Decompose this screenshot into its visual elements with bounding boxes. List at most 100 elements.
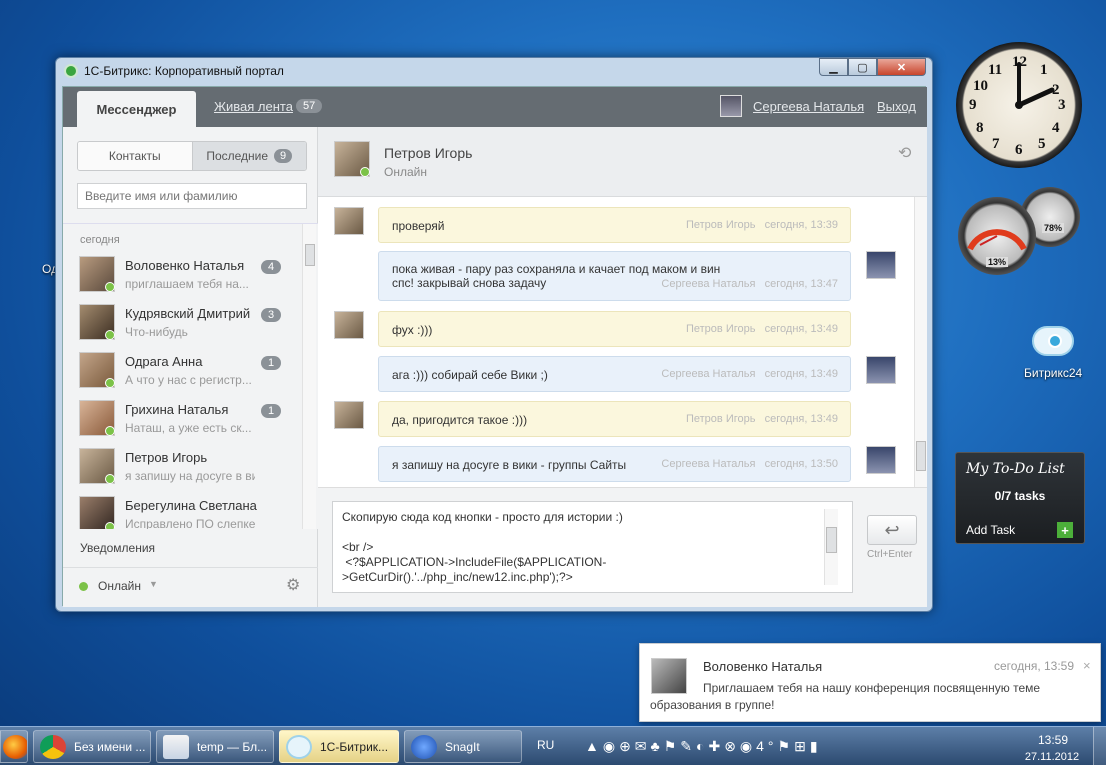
online-indicator-icon xyxy=(105,474,115,484)
contacts-segmented-control: Контакты Последние 9 xyxy=(77,141,307,171)
online-indicator-icon xyxy=(105,426,115,436)
current-user-avatar[interactable] xyxy=(720,95,742,117)
tray-icons[interactable]: ▲◉⊕✉♣⚑✎◐✚⊗◉4°⚑⊞▮ xyxy=(585,738,822,755)
message-author: Петров Игорь xyxy=(685,413,756,425)
message-author: Сергеева Наталья xyxy=(661,278,756,290)
contact-name: Одрага Анна xyxy=(125,354,203,369)
contact-last-message: я запишу на досуге в вик... xyxy=(125,469,255,483)
avatar xyxy=(79,400,115,436)
live-feed-count-badge: 57 xyxy=(296,99,323,113)
taskbar-item-label: temp — Бл... xyxy=(197,739,268,754)
tab-recent[interactable]: Последние 9 xyxy=(191,142,306,170)
contact-search-input[interactable] xyxy=(77,183,307,209)
message-time: сегодня, 13:49 xyxy=(764,368,838,380)
online-indicator-icon xyxy=(360,167,370,177)
tray-misc-icons[interactable]: ⚑⊞▮ xyxy=(778,738,822,754)
message-bubble: проверяй Петров Игорь сегодня, 13:39 xyxy=(378,207,851,243)
clock-hands-icon xyxy=(1015,62,1055,109)
tray-expand-icon[interactable]: ▲ xyxy=(585,738,603,754)
bitrix24-desktop-icon[interactable] xyxy=(1030,322,1076,362)
contact-last-message: Что-нибудь xyxy=(125,325,188,339)
chrome-taskbar-button[interactable]: Без имени ... xyxy=(33,730,151,763)
tray-clock-time[interactable]: 13:59 xyxy=(1030,733,1076,747)
avatar xyxy=(79,256,115,292)
tab-live-feed[interactable]: Живая лента xyxy=(214,99,293,114)
minimize-button[interactable]: ▁ xyxy=(819,58,848,76)
show-desktop-button[interactable] xyxy=(1093,727,1106,765)
chevron-down-icon[interactable]: ▼ xyxy=(149,579,158,589)
unread-count-badge: 4 xyxy=(261,260,282,274)
bitrix24-desktop-label[interactable]: Битрикс24 xyxy=(1024,366,1082,380)
list-item[interactable]: Берегулина Светлана Исправлено ПО слепке… xyxy=(77,496,292,529)
list-item[interactable]: Грихина Наталья Наташ, а уже есть ск... … xyxy=(77,400,292,448)
current-user-link[interactable]: Сергеева Наталья xyxy=(753,99,864,114)
unread-count-badge: 1 xyxy=(261,356,282,370)
list-item[interactable]: Воловенко Наталья приглашаем тебя на... … xyxy=(77,256,292,304)
avatar xyxy=(866,356,896,384)
list-item[interactable]: Кудрявский Дмитрий Что-нибудь 3 xyxy=(77,304,292,352)
scrollbar-thumb[interactable] xyxy=(305,244,315,266)
toast-time: сегодня, 13:59 xyxy=(994,659,1075,673)
taskbar-item-label: SnagIt xyxy=(445,739,480,754)
status-selector[interactable]: Онлайн xyxy=(98,579,141,593)
unread-count-badge: 1 xyxy=(261,404,282,418)
document-icon xyxy=(163,735,189,759)
scrollbar-thumb[interactable] xyxy=(916,441,926,471)
notepad-taskbar-button[interactable]: temp — Бл... xyxy=(156,730,274,763)
gear-icon[interactable]: ⚙ xyxy=(286,575,300,595)
logout-link[interactable]: Выход xyxy=(877,99,916,114)
send-icon: ↩ xyxy=(884,519,900,540)
message-row: проверяй Петров Игорь сегодня, 13:39 xyxy=(318,207,913,247)
message-row: я запишу на досуге в вики - группы Сайты… xyxy=(318,446,913,486)
input-scrollbar[interactable] xyxy=(824,509,838,585)
snagit-taskbar-button[interactable]: SnagIt xyxy=(404,730,522,763)
todo-add-button[interactable]: + xyxy=(1057,522,1073,538)
send-button[interactable]: ↩ xyxy=(867,515,917,545)
avatar xyxy=(334,401,364,429)
message-meta: Сергеева Наталья сегодня, 13:50 xyxy=(661,458,838,470)
message-meta: Петров Игорь сегодня, 13:49 xyxy=(686,323,838,335)
firefox-taskbar-button[interactable] xyxy=(0,730,28,763)
contacts-scrollbar[interactable] xyxy=(302,224,316,529)
notification-toast[interactable]: Воловенко Наталья сегодня, 13:59 × Пригл… xyxy=(639,643,1101,722)
bitrix-app-icon xyxy=(64,64,78,78)
tray-app-icons[interactable]: ◉⊕✉♣⚑✎◐✚⊗◉ xyxy=(603,738,756,754)
todo-add-task-link[interactable]: Add Task xyxy=(966,523,1015,537)
scrollbar-thumb[interactable] xyxy=(826,527,837,553)
contact-last-message: приглашаем тебя на... xyxy=(125,277,249,291)
tab-messenger[interactable]: Мессенджер xyxy=(77,91,196,127)
window-titlebar[interactable]: 1С-Битрикс: Корпоративный портал ▁ ▢ ✕ xyxy=(56,58,932,84)
language-indicator[interactable]: RU xyxy=(537,738,554,752)
message-input[interactable]: Скопирую сюда код кнопки - просто для ис… xyxy=(332,501,853,593)
message-bubble: пока живая - пару раз сохраняла и качает… xyxy=(378,251,851,301)
tab-contacts[interactable]: Контакты xyxy=(78,142,192,170)
avatar xyxy=(866,446,896,474)
message-text: да, пригодится такое :))) xyxy=(392,413,528,427)
peer-status: Онлайн xyxy=(384,165,427,179)
close-icon[interactable]: × xyxy=(1083,658,1091,673)
message-row: ага :))) собирай себе Вики ;) Сергеева Н… xyxy=(318,356,913,396)
avatar[interactable] xyxy=(334,141,370,177)
bitrix-taskbar-button[interactable]: 1С-Битрик... xyxy=(279,730,399,763)
list-item[interactable]: Одрага Анна А что у нас с регистр... 1 xyxy=(77,352,292,400)
notifications-link[interactable]: Уведомления xyxy=(80,541,155,555)
avatar xyxy=(79,496,115,529)
close-button[interactable]: ✕ xyxy=(877,58,926,76)
messages-scrollbar[interactable] xyxy=(914,197,927,487)
message-time: сегодня, 13:50 xyxy=(764,458,838,470)
contact-name: Петров Игорь xyxy=(125,450,208,465)
cpu-meter-label: 13% xyxy=(986,257,1009,267)
message-text: спс! закрывай снова задачу xyxy=(392,276,547,290)
message-author: Петров Игорь xyxy=(685,219,756,231)
history-icon[interactable]: ⟲ xyxy=(898,143,911,163)
maximize-button[interactable]: ▢ xyxy=(848,58,877,76)
list-item[interactable]: Петров Игорь я запишу на досуге в вик... xyxy=(77,448,292,496)
messenger-client: Мессенджер Живая лента 57 Сергеева Натал… xyxy=(62,86,927,607)
message-meta: Сергеева Наталья сегодня, 13:47 xyxy=(661,278,838,290)
peer-name: Петров Игорь xyxy=(384,145,473,161)
message-author: Петров Игорь xyxy=(685,323,756,335)
message-row: пока живая - пару раз сохраняла и качает… xyxy=(318,251,913,301)
recent-contacts-list: сегодня Воловенко Наталья приглашаем теб… xyxy=(63,223,318,529)
message-author: Сергеева Наталья xyxy=(661,458,756,470)
tray-clock-date[interactable]: 27.11.2012 xyxy=(1022,751,1082,763)
